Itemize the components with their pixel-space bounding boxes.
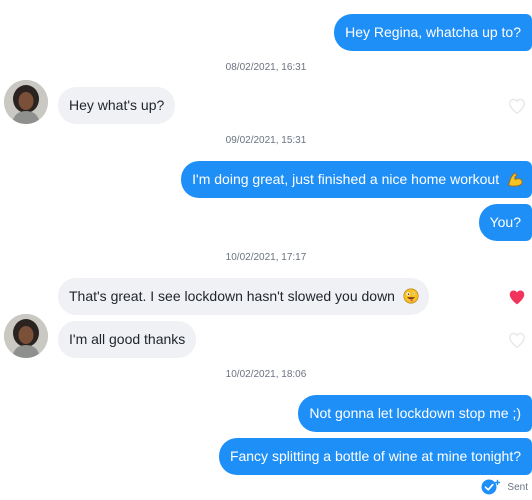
message-text: That's great. I see lockdown hasn't slow… (69, 288, 395, 304)
message-text: I'm all good thanks (69, 331, 186, 347)
outgoing-message[interactable]: Fancy splitting a bottle of wine at mine… (218, 438, 532, 475)
timestamp: 10/02/2021, 18:06 (225, 369, 307, 380)
outgoing-message[interactable]: Hey Regina, whatcha up to? (334, 14, 532, 51)
avatar-photo (4, 80, 48, 124)
outgoing-message[interactable]: Not gonna let lockdown stop me ;) (298, 395, 532, 432)
sent-check-icon (481, 479, 501, 495)
incoming-message[interactable]: I'm all good thanks (58, 321, 197, 358)
message-text: I'm doing great, just finished a nice ho… (192, 171, 500, 187)
incoming-message[interactable]: Hey what's up? (58, 87, 176, 124)
zany-face-icon (403, 288, 419, 304)
outgoing-message[interactable]: You? (478, 204, 532, 241)
heart-icon[interactable] (508, 332, 526, 348)
message-text: You? (489, 214, 521, 230)
timestamp: 10/02/2021, 17:17 (225, 252, 307, 263)
outgoing-message[interactable]: I'm doing great, just finished a nice ho… (181, 161, 532, 198)
heart-icon[interactable] (508, 289, 526, 305)
avatar[interactable] (4, 80, 48, 124)
sent-label: Sent (507, 481, 528, 493)
message-text: Not gonna let lockdown stop me ;) (309, 405, 521, 421)
message-status: Sent (481, 479, 528, 495)
message-text: Hey Regina, whatcha up to? (345, 24, 521, 40)
avatar[interactable] (4, 314, 48, 358)
message-text: Hey what's up? (69, 97, 165, 113)
avatar-photo (4, 314, 48, 358)
message-text: Fancy splitting a bottle of wine at mine… (229, 448, 521, 464)
incoming-message[interactable]: That's great. I see lockdown hasn't slow… (58, 278, 429, 315)
flexed-biceps-icon (508, 173, 523, 187)
timestamp: 08/02/2021, 16:31 (225, 62, 307, 73)
timestamp: 09/02/2021, 15:31 (225, 135, 307, 146)
heart-icon[interactable] (508, 98, 526, 114)
